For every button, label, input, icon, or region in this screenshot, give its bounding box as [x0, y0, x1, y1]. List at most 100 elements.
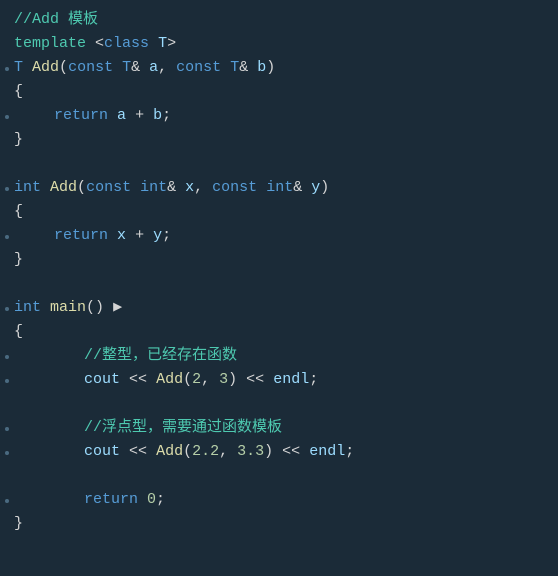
code-line: { [0, 80, 558, 104]
line-gutter [0, 67, 14, 71]
token: + [135, 227, 144, 244]
token [264, 371, 273, 388]
token: x [117, 227, 126, 244]
token [149, 35, 158, 52]
token: << [129, 443, 147, 460]
line-gutter [0, 451, 14, 455]
line-dot [5, 187, 9, 191]
line-dot [5, 115, 9, 119]
token [248, 59, 257, 76]
token: a [149, 59, 158, 76]
token: } [14, 251, 23, 268]
token [23, 59, 32, 76]
line-content: int main() ▶ [14, 296, 122, 320]
token [237, 371, 246, 388]
token: ; [162, 107, 171, 124]
token: & [131, 59, 140, 76]
line-dot [5, 499, 9, 503]
token: < [95, 35, 104, 52]
token [126, 107, 135, 124]
code-line: int main() ▶ [0, 296, 558, 320]
token [147, 371, 156, 388]
token: a [117, 107, 126, 124]
token [131, 179, 140, 196]
token: ) [266, 59, 275, 76]
token: b [153, 107, 162, 124]
token [273, 443, 282, 460]
token: T [122, 59, 131, 76]
token: //Add 模板 [14, 11, 98, 28]
line-content: //Add 模板 [14, 8, 98, 32]
token: 0 [147, 491, 156, 508]
token: > [167, 35, 176, 52]
code-line: cout << Add(2.2, 3.3) << endl; [0, 440, 558, 464]
code-editor: //Add 模板template <class T>T Add(const T&… [0, 0, 558, 576]
token: Add [32, 59, 59, 76]
token: ; [156, 491, 165, 508]
token: y [311, 179, 320, 196]
token: return [54, 227, 108, 244]
line-gutter [0, 187, 14, 191]
line-content: int Add(const int& x, const int& y) [14, 176, 329, 200]
token: T [158, 35, 167, 52]
token: int [140, 179, 167, 196]
token [108, 107, 117, 124]
token: ▶ [104, 299, 122, 316]
line-content: //整型，已经存在函数 [14, 344, 237, 368]
token: << [282, 443, 300, 460]
token [41, 299, 50, 316]
token [302, 179, 311, 196]
token: T [230, 59, 239, 76]
token: return [54, 107, 108, 124]
token: 3 [219, 371, 228, 388]
token: ( [77, 179, 86, 196]
code-line [0, 152, 558, 176]
token: } [14, 515, 23, 532]
token [41, 179, 50, 196]
code-line: int Add(const int& x, const int& y) [0, 176, 558, 200]
token: { [14, 203, 23, 220]
line-content: } [14, 512, 23, 536]
line-dot [5, 235, 9, 239]
code-line: //整型，已经存在函数 [0, 344, 558, 368]
token: 2 [192, 371, 201, 388]
token [176, 179, 185, 196]
token [120, 371, 129, 388]
token [221, 59, 230, 76]
token: } [14, 131, 23, 148]
token: + [135, 107, 144, 124]
token: 2.2 [192, 443, 219, 460]
token: //浮点型，需要通过函数模板 [84, 419, 282, 436]
token [113, 59, 122, 76]
line-content: return 0; [14, 488, 165, 512]
token: Add [156, 371, 183, 388]
token: ) [320, 179, 329, 196]
line-content: cout << Add(2, 3) << endl; [14, 368, 318, 392]
token: << [246, 371, 264, 388]
token: { [14, 323, 23, 340]
token: ) [264, 443, 273, 460]
token: & [293, 179, 302, 196]
line-content: { [14, 80, 23, 104]
code-line: } [0, 128, 558, 152]
token: ( [183, 443, 192, 460]
token: int [266, 179, 293, 196]
token: const [86, 179, 131, 196]
code-line [0, 272, 558, 296]
token: ( [59, 59, 68, 76]
code-line: return a + b; [0, 104, 558, 128]
token [138, 491, 147, 508]
token: ; [162, 227, 171, 244]
token [108, 227, 117, 244]
token: const [176, 59, 221, 76]
token [120, 443, 129, 460]
token: const [212, 179, 257, 196]
token [86, 35, 95, 52]
line-content: } [14, 128, 23, 152]
token: ; [345, 443, 354, 460]
token: & [239, 59, 248, 76]
code-line: return 0; [0, 488, 558, 512]
line-content: T Add(const T& a, const T& b) [14, 56, 275, 80]
line-gutter [0, 379, 14, 383]
token: const [68, 59, 113, 76]
